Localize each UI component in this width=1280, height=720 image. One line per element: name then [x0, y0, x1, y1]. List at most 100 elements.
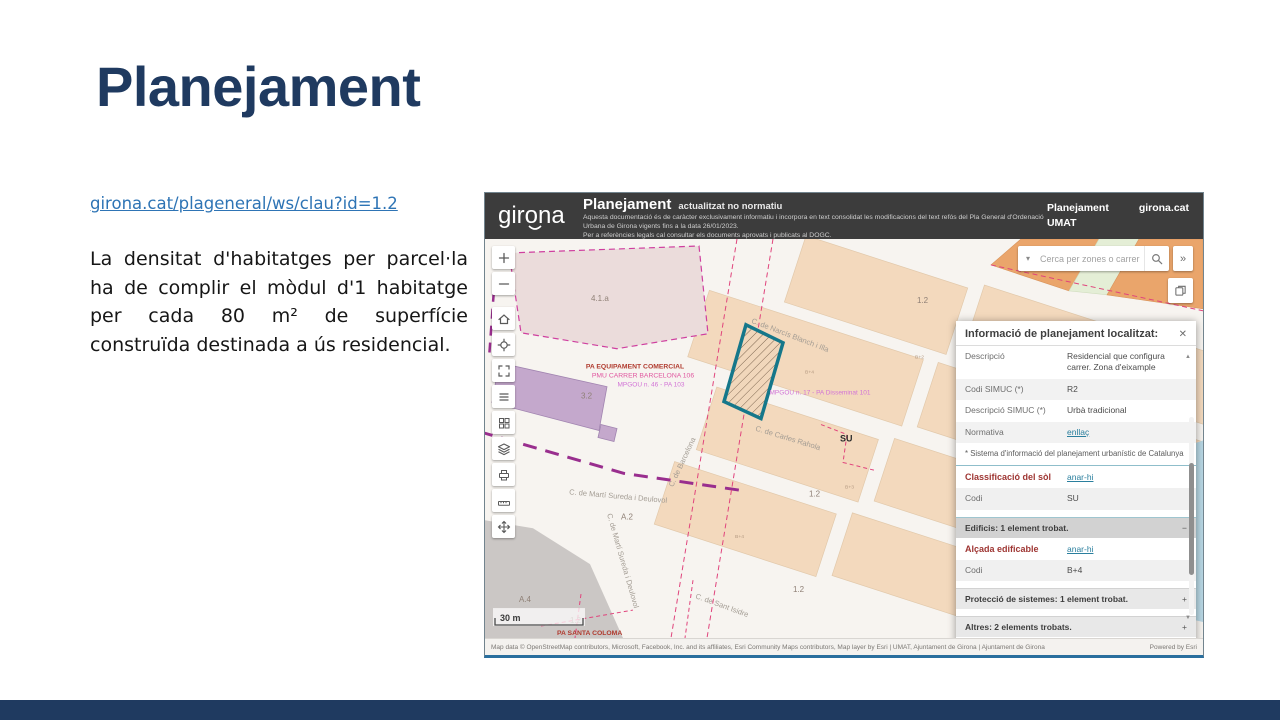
table-row: Codi SU — [956, 488, 1196, 509]
building-code-label: B+3 — [845, 484, 854, 490]
group-header-label: Edificis: 1 element trobat. — [965, 523, 1068, 533]
basemap-gallery-button[interactable] — [492, 411, 515, 434]
measure-button[interactable] — [492, 489, 515, 512]
row-label: Descripció SIMUC (*) — [965, 405, 1067, 416]
scale-label: 30 m — [500, 613, 520, 623]
scrollbar-thumb[interactable] — [1189, 463, 1194, 575]
simuc-footnote: * Sistema d'informació del planejament u… — [956, 443, 1196, 465]
group-header-label: Protecció de sistemes: 1 element trobat. — [965, 594, 1128, 604]
collapse-search-button[interactable]: » — [1173, 246, 1193, 271]
app-header: girona Planejament actualitzat no normat… — [485, 193, 1203, 239]
alcada-goto-link[interactable]: anar-hi — [1067, 544, 1093, 554]
map-attribution-bar: Map data © OpenStreetMap contributors, M… — [485, 638, 1203, 655]
row-value: SU — [1067, 493, 1178, 504]
collapse-icon[interactable]: − — [1182, 523, 1187, 533]
map-toolbar — [492, 246, 515, 538]
building-code-label: B+4 — [805, 370, 814, 376]
alcada-label: Alçada edificable — [965, 544, 1067, 554]
table-row: Descripció SIMUC (*) Urbà tradicional — [956, 400, 1196, 421]
app-title: Planejament — [583, 196, 671, 213]
panel-title: Informació de planejament localitzat: — [965, 328, 1158, 340]
search-submit-button[interactable] — [1144, 246, 1169, 271]
girona-logo-icon: girona — [495, 200, 573, 232]
home-button[interactable] — [492, 307, 515, 330]
panel-scrollbar[interactable] — [1189, 417, 1194, 615]
basemap-toggle-button[interactable] — [1168, 278, 1193, 303]
locate-button[interactable] — [492, 333, 515, 356]
legend-button[interactable] — [492, 385, 515, 408]
legend-icon — [497, 390, 511, 404]
header-org-name: UMAT — [1047, 217, 1109, 229]
map-viewport: C. de Narcís Blanch i Illa C. de Carles … — [485, 239, 1203, 638]
annotation-pmu-carrer: PMU CARRER BARCELONA 106 — [592, 373, 694, 380]
altres-group-header[interactable]: Altres: 2 elements trobats. + — [956, 616, 1196, 637]
disclaimer-line-1: Aquesta documentació és de caràcter excl… — [583, 214, 1047, 232]
pan-arrows-icon — [497, 520, 511, 534]
row-value: R2 — [1067, 384, 1178, 395]
group-header-label: Altres: 2 elements trobats. — [965, 622, 1072, 632]
expand-icon[interactable]: + — [1182, 594, 1187, 604]
scroll-down-icon[interactable]: ▼ — [1185, 615, 1191, 621]
pages-icon — [1174, 284, 1187, 297]
row-value: Urbà tradicional — [1067, 405, 1178, 416]
classificacio-label: Classificació del sòl — [965, 472, 1067, 482]
zoom-out-button[interactable] — [492, 272, 515, 295]
pan-button[interactable] — [492, 515, 515, 538]
row-value: Residencial que configura carrer. Zona d… — [1067, 351, 1178, 374]
annotation-mpgou-46: MPGOU n. 46 - PA 103 — [617, 382, 684, 389]
header-app-name: Planejament — [1047, 202, 1109, 214]
powered-by-esri: Powered by Esri — [1150, 644, 1197, 651]
header-main: Planejament actualitzat no normatiu Aque… — [583, 193, 1047, 241]
edificis-group-header[interactable]: Edificis: 1 element trobat. − — [956, 517, 1196, 538]
zone-a2-label: A.2 — [621, 512, 634, 521]
zoom-in-button[interactable] — [492, 246, 515, 269]
girona-logo[interactable]: girona — [485, 193, 583, 239]
row-label: Descripció — [965, 351, 1067, 374]
building-code-label: B+4 — [735, 534, 744, 540]
header-site-link[interactable]: girona.cat — [1139, 202, 1189, 214]
table-row: Codi SIMUC (*) R2 — [956, 379, 1196, 400]
locate-icon — [497, 338, 511, 352]
source-link[interactable]: girona.cat/plageneral/ws/clau?id=1.2 — [90, 194, 398, 213]
grid-icon — [497, 416, 511, 430]
attribute-table: Descripció Residencial que configura car… — [956, 345, 1196, 443]
print-button[interactable] — [492, 463, 515, 486]
printer-icon — [497, 468, 511, 482]
zone-41a-label: 4.1.a — [591, 294, 609, 303]
classificacio-section-row: Classificació del sòl anar-hi — [956, 465, 1196, 488]
page-title: Planejament — [96, 54, 420, 119]
zone-12-label: 1.2 — [793, 585, 805, 594]
panel-footer: Aplica el zoom a Google Street View — [956, 637, 1196, 638]
classificacio-goto-link[interactable]: anar-hi — [1067, 472, 1093, 482]
zone-32-label: 3.2 — [581, 392, 593, 401]
search-area: ▾ » — [1018, 246, 1193, 271]
zone-12-label: 1.2 — [917, 296, 929, 305]
row-label: Codi — [965, 565, 1067, 576]
attribution-text: Map data © OpenStreetMap contributors, M… — [491, 644, 1045, 651]
layers-button[interactable] — [492, 437, 515, 460]
search-input[interactable] — [1038, 253, 1144, 265]
search-filter-caret-icon[interactable]: ▾ — [1018, 254, 1038, 263]
table-row: Descripció Residencial que configura car… — [956, 346, 1196, 379]
default-extent-button[interactable] — [492, 359, 515, 382]
minus-icon — [497, 277, 511, 291]
scroll-up-icon[interactable]: ▲ — [1185, 354, 1191, 360]
table-row: Normativa enllaç — [956, 422, 1196, 443]
zone-a4-label: A.4 — [519, 595, 532, 604]
annotation-mpgou-17: MPGOU n. 17 - PA Disseminat 101 — [770, 390, 871, 397]
svg-text:girona: girona — [498, 202, 565, 229]
body-paragraph: La densitat d'habitatges per parcel·la h… — [90, 245, 468, 359]
zone-12-label: 1.2 — [809, 489, 821, 498]
close-icon[interactable]: ✕ — [1179, 329, 1187, 340]
annotation-pa-equipament: PA EQUIPAMENT COMERCIAL — [586, 364, 684, 371]
row-value: B+4 — [1067, 565, 1178, 576]
expand-icon[interactable]: + — [1182, 622, 1187, 632]
row-label: Codi — [965, 493, 1067, 504]
row-label: Codi SIMUC (*) — [965, 384, 1067, 395]
row-label: Normativa — [965, 427, 1067, 438]
normativa-link[interactable]: enllaç — [1067, 427, 1089, 437]
expand-icon — [497, 364, 511, 378]
proteccio-group-header[interactable]: Protecció de sistemes: 1 element trobat.… — [956, 588, 1196, 609]
header-right: Planejament UMAT girona.cat — [1047, 193, 1203, 229]
annotation-pa-santa-coloma: PA SANTA COLOMA — [557, 630, 622, 637]
